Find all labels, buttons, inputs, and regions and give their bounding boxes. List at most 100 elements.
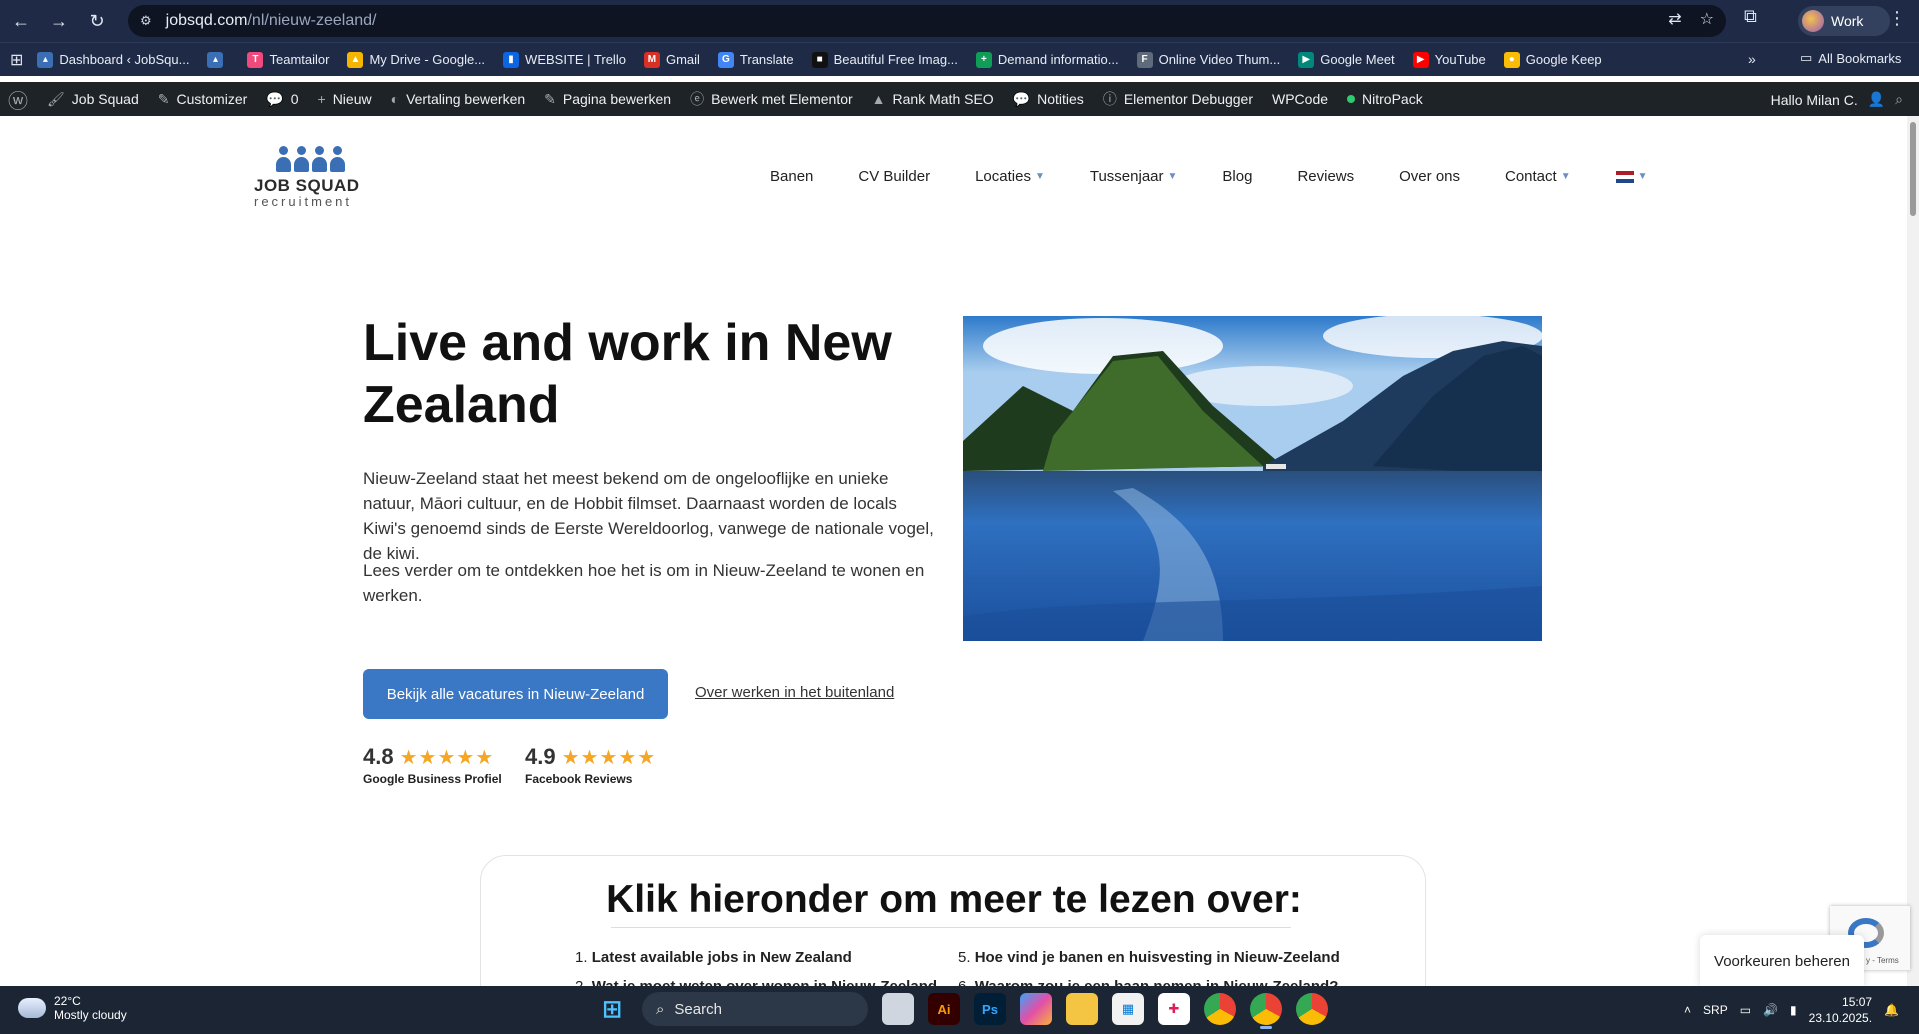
bookmark-item[interactable]: T Teamtailor (247, 51, 329, 68)
wp-menu-item[interactable]: ✎ Customizer (158, 91, 248, 108)
bookmark-item[interactable]: G Translate (717, 51, 794, 68)
nav-label: Contact (1505, 168, 1557, 185)
bookmark-label: My Drive - Google... (369, 52, 486, 67)
input-language[interactable]: SRP (1703, 1003, 1728, 1017)
taskbar-search[interactable]: ⌕ Search (642, 992, 868, 1026)
bookmark-item[interactable]: ▶ YouTube (1412, 51, 1486, 68)
bookmark-item[interactable]: ● Google Keep (1503, 51, 1602, 68)
network-icon[interactable]: ▭ (1740, 1003, 1751, 1017)
bookmark-item[interactable]: ▶ Google Meet (1298, 51, 1395, 68)
more-bookmarks-icon[interactable]: » (1748, 51, 1756, 67)
notification-bell-icon[interactable]: 🔔 (1884, 1003, 1899, 1017)
google-rating[interactable]: 4.8 ★★★★★ Google Business Profiel (363, 744, 502, 786)
nav-item[interactable]: CV Builder (858, 168, 930, 185)
toc-item[interactable]: 5. Hoe vind je banen en huisvesting in N… (958, 949, 1340, 966)
rating-score: 4.8 (363, 744, 394, 769)
address-bar[interactable]: ⚙ jobsqd.com/nl/nieuw-zeeland/ ⇄ ☆ (128, 5, 1726, 37)
chevron-down-icon: ▼ (1637, 171, 1648, 182)
cookie-preferences-button[interactable]: Voorkeuren beheren (1700, 935, 1864, 987)
photoshop-icon[interactable]: Ps (974, 993, 1006, 1025)
intro-paragraph: Nieuw-Zeeland staat het meest bekend om … (363, 469, 934, 563)
wordpress-logo-icon[interactable]: ⓦ (8, 85, 28, 114)
view-vacancies-button[interactable]: Bekijk alle vacatures in Nieuw-Zeeland (363, 669, 668, 719)
profile-button[interactable]: Work (1798, 6, 1890, 36)
nav-item[interactable]: Reviews (1297, 168, 1354, 185)
toc-item[interactable]: 1. Latest available jobs in New Zealand (575, 949, 852, 966)
chevron-up-icon[interactable]: ˄ (1684, 1003, 1691, 1017)
url-text[interactable]: jobsqd.com/nl/nieuw-zeeland/ (166, 12, 377, 30)
forward-icon[interactable]: → (42, 4, 76, 38)
chrome-profile-icon[interactable] (1296, 993, 1328, 1025)
wp-menu-label: Pagina bewerken (562, 91, 672, 107)
battery-icon[interactable]: ▮ (1790, 1003, 1797, 1017)
extensions-icon[interactable]: ⧉ (1744, 6, 1757, 27)
wp-menu-item[interactable]: ▲ Rank Math SEO (872, 91, 994, 107)
windows-start-icon[interactable]: ⊞ (596, 993, 628, 1025)
work-abroad-link[interactable]: Over werken in het buitenland (695, 684, 894, 701)
recaptcha-terms[interactable]: y - Terms (1866, 956, 1899, 965)
bookmark-item[interactable]: ▮ WEBSITE | Trello (503, 51, 626, 68)
nav-item[interactable]: Over ons (1399, 168, 1460, 185)
wp-menu-item[interactable]: WPCode (1272, 91, 1328, 107)
volume-icon[interactable]: 🔊 (1763, 1003, 1778, 1017)
slack-icon[interactable]: ✚ (1158, 993, 1190, 1025)
bookmark-item[interactable]: ■ Beautiful Free Imag... (811, 51, 958, 68)
search-icon[interactable]: ⌕ (1895, 91, 1903, 108)
reload-icon[interactable]: ↻ (80, 4, 114, 38)
five-stars-icon: ★★★★★ (399, 746, 495, 769)
nav-item[interactable]: Tussenjaar ▼ (1090, 168, 1178, 185)
translate-icon[interactable]: ⇄ (1668, 9, 1681, 29)
illustrator-icon[interactable]: Ai (928, 993, 960, 1025)
chrome-work-icon[interactable] (1250, 993, 1282, 1029)
bookmark-star-icon[interactable]: ☆ (1700, 9, 1714, 29)
wp-menu-item[interactable]: ⓘ Elementor Debugger (1103, 89, 1253, 109)
bookmark-item[interactable]: ▴ (207, 51, 229, 68)
bookmark-label: Translate (739, 52, 794, 67)
weather-widget[interactable]: 22°C Mostly cloudy (15, 992, 127, 1022)
nav-item[interactable]: Blog (1222, 168, 1252, 185)
apps-grid-icon[interactable]: ⊞ (10, 50, 23, 70)
bookmark-item[interactable]: ▴ Dashboard ‹ JobSqu... (37, 51, 190, 68)
toc-link[interactable]: Latest available jobs in New Zealand (592, 949, 852, 966)
wp-menu-item[interactable]: ⓔ Bewerk met Elementor (690, 89, 853, 109)
wp-menu-icon: ⓔ (690, 91, 705, 107)
wp-menu-item[interactable]: 💬 0 (266, 91, 298, 108)
site-info-icon[interactable]: ⚙ (140, 13, 152, 29)
task-view-icon[interactable] (882, 993, 914, 1025)
microsoft-store-icon[interactable]: ▦ (1112, 993, 1144, 1025)
nav-item[interactable]: Banen (770, 168, 813, 185)
bookmark-favicon: ▮ (503, 51, 520, 68)
wp-menu-item[interactable]: NitroPack (1347, 91, 1423, 107)
scrollbar-thumb[interactable] (1910, 122, 1916, 216)
copilot-icon[interactable] (1020, 993, 1052, 1025)
toc-link[interactable]: Hoe vind je banen en huisvesting in Nieu… (975, 949, 1340, 966)
site-logo[interactable]: JOB SQUAD recruitment (254, 146, 364, 209)
wp-menu-item[interactable]: 🖌 Job Squad (47, 91, 139, 108)
bookmark-item[interactable]: ▲ My Drive - Google... (347, 51, 486, 68)
wp-menu-item[interactable]: ✎ Pagina bewerken (544, 91, 671, 108)
back-icon[interactable]: ← (4, 4, 38, 38)
nav-item[interactable]: Contact ▼ (1505, 168, 1571, 185)
all-bookmarks[interactable]: ▭ All Bookmarks (1800, 50, 1901, 66)
wp-menu-item[interactable]: ◐ Vertaling bewerken (391, 91, 526, 107)
user-avatar-icon[interactable]: 👤 (1868, 91, 1885, 108)
chrome-icon[interactable] (1204, 993, 1236, 1025)
bookmark-item[interactable]: F Online Video Thum... (1136, 51, 1280, 68)
language-switcher[interactable]: ▼ (1615, 170, 1648, 183)
divider (611, 927, 1291, 928)
wp-menu-icon: 💬 (266, 90, 284, 107)
avatar (1802, 10, 1824, 32)
wp-menu-item[interactable]: + Nieuw (318, 91, 372, 107)
bookmark-item[interactable]: + Demand informatio... (975, 51, 1119, 68)
bookmark-label: Dashboard ‹ JobSqu... (59, 52, 190, 67)
bookmark-item[interactable]: M Gmail (643, 51, 700, 68)
temperature: 22°C (54, 994, 81, 1008)
facebook-rating[interactable]: 4.9 ★★★★★ Facebook Reviews (525, 744, 656, 786)
browser-menu-icon[interactable]: ⋮ (1888, 8, 1906, 29)
nav-item[interactable]: Locaties ▼ (975, 168, 1045, 185)
page-scrollbar[interactable] (1907, 116, 1919, 986)
wp-greeting[interactable]: Hallo Milan C. (1771, 92, 1858, 108)
file-explorer-icon[interactable] (1066, 993, 1098, 1025)
clock[interactable]: 15:07 23.10.2025. (1809, 994, 1872, 1026)
wp-menu-item[interactable]: 💬 Notities (1013, 91, 1084, 108)
